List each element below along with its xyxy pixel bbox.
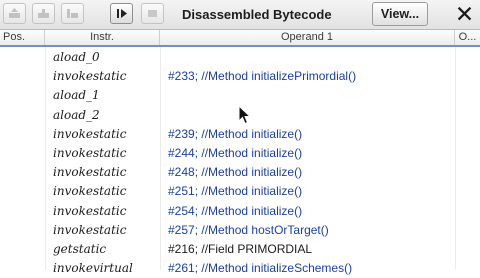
bytecode-table: aload_0 invokestatic #233; //Method init… <box>0 48 480 278</box>
table-row[interactable]: invokestatic #257; //Method hostOrTarget… <box>0 221 480 240</box>
table-row[interactable]: invokestatic #248; //Method initialize() <box>0 163 480 182</box>
operand-cell: #257; //Method hostOrTarget() <box>168 222 329 237</box>
instruction-cell: invokestatic <box>53 222 127 237</box>
stop-icon <box>142 4 163 23</box>
table-row[interactable]: invokestatic #244; //Method initialize() <box>0 144 480 163</box>
step-out-button[interactable] <box>61 3 84 24</box>
instruction-cell: invokestatic <box>53 126 127 141</box>
step-back-button[interactable] <box>3 3 26 24</box>
instruction-cell: invokestatic <box>53 165 127 180</box>
table-row[interactable]: aload_1 <box>0 86 480 105</box>
operand-cell: #248; //Method initialize() <box>168 165 303 180</box>
operand-cell: #233; //Method initializePrimordial() <box>168 69 357 84</box>
operand-cell: #254; //Method initialize() <box>168 203 303 218</box>
step-over-button[interactable] <box>32 3 55 24</box>
operand-cell: #251; //Method initialize() <box>168 184 303 199</box>
instruction-cell: invokestatic <box>53 69 127 84</box>
table-row[interactable]: invokestatic #251; //Method initialize() <box>0 182 480 201</box>
table-row[interactable]: invokestatic #254; //Method initialize() <box>0 202 480 221</box>
operand-cell: #239; //Method initialize() <box>168 126 303 141</box>
stop-button[interactable] <box>141 3 164 24</box>
step-over-icon <box>33 4 54 23</box>
column-header-instr[interactable]: Instr. <box>45 30 160 45</box>
instruction-cell: aload_1 <box>53 88 100 103</box>
operand-cell: #261; //Method initializeSchemes() <box>168 261 353 276</box>
instruction-cell: invokevirtual <box>53 261 133 276</box>
instruction-cell: invokestatic <box>53 145 127 160</box>
mouse-cursor-icon <box>238 105 252 125</box>
instruction-cell: invokestatic <box>53 184 127 199</box>
column-header-operand[interactable]: Operand 1 <box>160 30 455 45</box>
view-button[interactable]: View... <box>372 2 428 26</box>
table-row[interactable]: getstatic #216; //Field PRIMORDIAL <box>0 240 480 259</box>
operand-cell: #244; //Method initialize() <box>168 145 303 160</box>
resume-button[interactable] <box>110 3 133 24</box>
table-row[interactable]: aload_0 <box>0 48 480 67</box>
close-icon[interactable]: ✕ <box>449 1 480 28</box>
instruction-cell: aload_2 <box>53 107 100 122</box>
panel-title: Disassembled Bytecode <box>182 7 332 22</box>
step-out-icon <box>62 4 83 23</box>
operand-cell: #216; //Field PRIMORDIAL <box>168 241 313 256</box>
column-header-pos[interactable]: Pos. <box>0 30 45 45</box>
table-row[interactable]: invokestatic #233; //Method initializePr… <box>0 67 480 86</box>
instruction-cell: aload_0 <box>53 50 100 64</box>
table-header: Pos. Instr. Operand 1 O... <box>0 30 480 47</box>
instruction-cell: invokestatic <box>53 203 127 218</box>
step-back-icon <box>4 4 25 23</box>
column-header-other[interactable]: O... <box>455 30 480 45</box>
table-row[interactable]: invokestatic #239; //Method initialize() <box>0 125 480 144</box>
resume-icon <box>111 4 132 23</box>
instruction-cell: getstatic <box>53 241 107 256</box>
table-row[interactable]: invokevirtual #261; //Method initializeS… <box>0 259 480 278</box>
toolbar: Disassembled Bytecode View... ✕ <box>0 0 480 30</box>
